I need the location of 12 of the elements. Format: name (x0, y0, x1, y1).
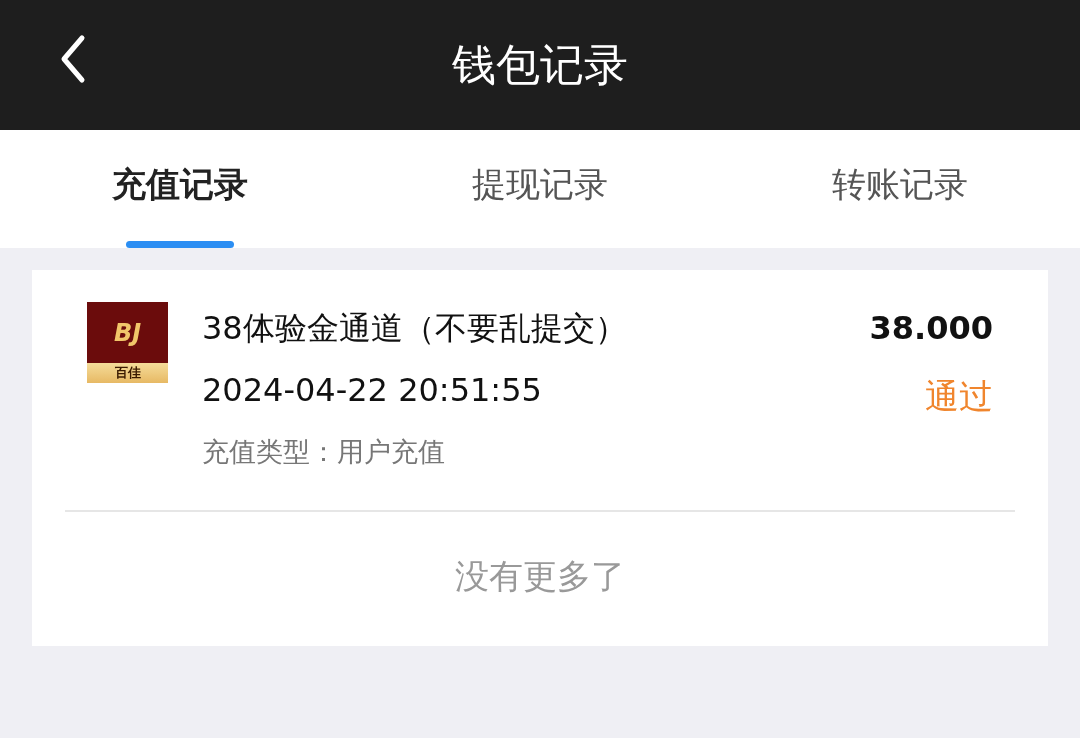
type-label: 充值类型： (202, 436, 337, 467)
tab[interactable]: 充值记录 (0, 130, 360, 248)
status-text: 通过 (924, 375, 993, 418)
record-time: 2024-04-22 20:51:55 (202, 370, 543, 411)
tab[interactable]: 转账记录 (720, 130, 1080, 248)
record-title: 38体验金通道（不要乱提交） (202, 308, 628, 349)
no-more-text: 没有更多了 (454, 555, 626, 598)
tab[interactable]: 提现记录 (360, 130, 720, 248)
brand-logo: BJ 百佳 (87, 302, 168, 383)
page-title: 钱包记录 (452, 37, 628, 92)
type-value: 用户充值 (337, 436, 445, 467)
amount: 38.000 (869, 308, 993, 349)
